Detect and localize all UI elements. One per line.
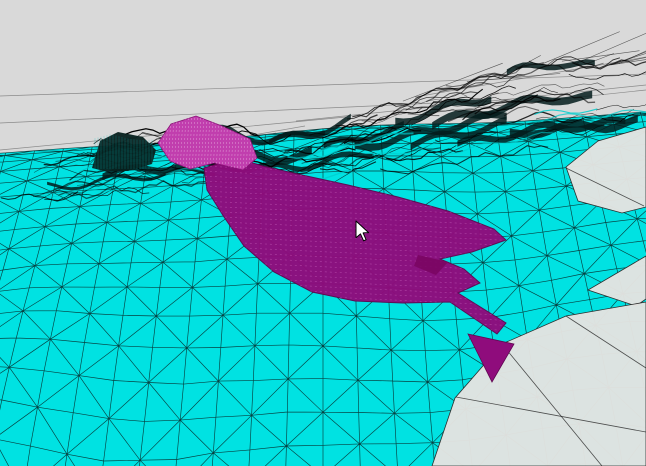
viewport-canvas[interactable] xyxy=(0,0,646,466)
viewport[interactable] xyxy=(0,0,646,466)
